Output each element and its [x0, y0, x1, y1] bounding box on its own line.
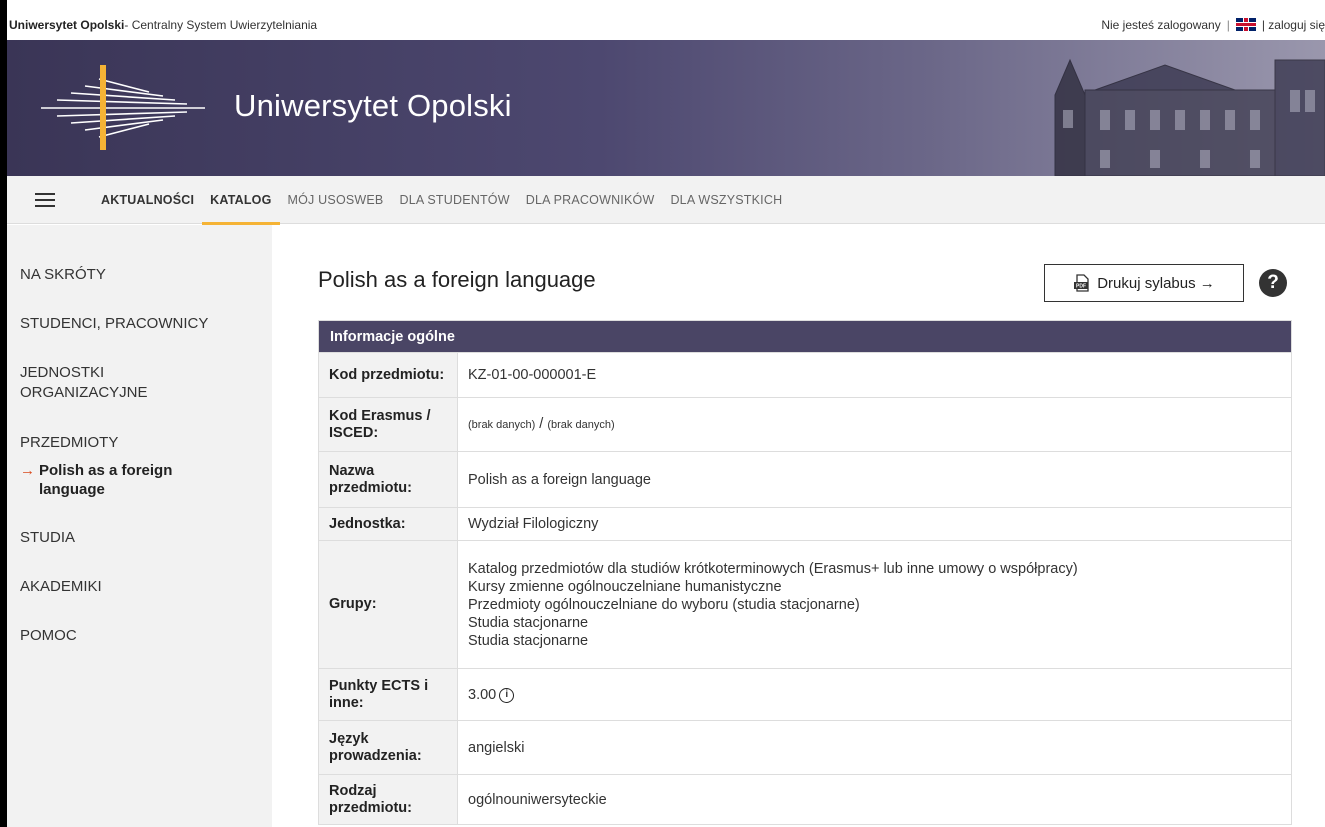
page-title: Polish as a foreign language — [318, 267, 596, 292]
row-value: ogólnouniwersyteckie — [457, 774, 1292, 825]
banner-title[interactable]: Uniwersytet Opolski — [234, 88, 512, 124]
nav-item-dla-studentow[interactable]: DLA STUDENTÓW — [391, 176, 517, 224]
nav-item-moj-usosweb[interactable]: MÓJ USOSWEB — [280, 176, 392, 224]
sidebar-subitem-label: Polish as a foreign language — [39, 462, 173, 498]
table-row: Nazwa przedmiotu: Polish as a foreign la… — [318, 451, 1292, 508]
top-bar: Uniwersytet Opolski - Centralny System U… — [7, 9, 1325, 40]
table-row: Kod przedmiotu: KZ-01-00-000001-E — [318, 352, 1292, 398]
table-row: Punkty ECTS i inne: 3.00 i — [318, 668, 1292, 721]
ects-value: 3.00 — [468, 686, 497, 703]
pdf-icon: PDF — [1074, 274, 1089, 292]
nav-item-aktualnosci[interactable]: AKTUALNOŚCI — [93, 176, 202, 224]
row-value: (brak danych) / (brak danych) — [457, 397, 1292, 452]
print-syllabus-button[interactable]: PDF Drukuj sylabus → — [1044, 264, 1244, 302]
menu-icon[interactable] — [35, 192, 55, 207]
separator: | — [1226, 17, 1230, 32]
group-link[interactable]: Studia stacjonarne — [468, 632, 1281, 650]
sidebar-item-pomoc[interactable]: POMOC — [20, 626, 77, 646]
table-row: Język prowadzenia: angielski — [318, 720, 1292, 775]
group-link[interactable]: Kursy zmienne ogólnouczelniane humanisty… — [468, 578, 1281, 596]
login-status: Nie jesteś zalogowany — [1101, 17, 1221, 32]
row-label: Punkty ECTS i inne: — [318, 668, 458, 721]
table-row: Jednostka: Wydział Filologiczny — [318, 507, 1292, 541]
sidebar-item-jednostki[interactable]: JEDNOSTKI ORGANIZACYJNE — [20, 363, 220, 403]
english-flag-icon[interactable] — [1235, 18, 1256, 31]
row-value: Katalog przedmiotów dla studiów krótkote… — [457, 540, 1292, 669]
university-logo-icon[interactable] — [37, 60, 217, 155]
info-table: Informacje ogólne Kod przedmiotu: KZ-01-… — [318, 320, 1292, 825]
row-label: Kod Erasmus / ISCED: — [318, 397, 458, 452]
row-value: Wydział Filologiczny — [457, 507, 1292, 541]
building-image — [1054, 58, 1325, 176]
svg-text:PDF: PDF — [1076, 284, 1086, 290]
university-name[interactable]: Uniwersytet Opolski — [9, 18, 124, 32]
print-button-label: Drukuj sylabus → — [1097, 274, 1215, 292]
row-label: Grupy: — [318, 540, 458, 669]
table-row: Kod Erasmus / ISCED: (brak danych) / (br… — [318, 397, 1292, 452]
row-label: Nazwa przedmiotu: — [318, 451, 458, 508]
erasmus-code: (brak danych) — [468, 419, 536, 431]
info-icon[interactable]: i — [499, 687, 515, 703]
sidebar-item-studia[interactable]: STUDIA — [20, 528, 75, 548]
header-banner: Uniwersytet Opolski — [7, 40, 1325, 176]
sidebar-item-akademiki[interactable]: AKADEMIKI — [20, 577, 102, 597]
group-link[interactable]: Przedmioty ogólnouczelniane do wyboru (s… — [468, 596, 1281, 614]
help-icon[interactable]: ? — [1259, 269, 1287, 297]
group-link[interactable]: Studia stacjonarne — [468, 614, 1281, 632]
nav-item-dla-wszystkich[interactable]: DLA WSZYSTKICH — [662, 176, 790, 224]
group-link[interactable]: Katalog przedmiotów dla studiów krótkote… — [468, 560, 1281, 578]
table-header: Informacje ogólne — [318, 320, 1292, 353]
row-label: Kod przedmiotu: — [318, 352, 458, 398]
arrow-right-icon: → — [20, 462, 35, 479]
nav-item-dla-pracownikow[interactable]: DLA PRACOWNIKÓW — [518, 176, 663, 224]
row-label: Język prowadzenia: — [318, 720, 458, 775]
code-separator: / — [535, 416, 548, 432]
sidebar-item-przedmioty[interactable]: PRZEDMIOTY — [20, 433, 118, 453]
nav-item-katalog[interactable]: KATALOG — [202, 176, 280, 225]
row-label: Jednostka: — [318, 507, 458, 541]
row-label: Rodzaj przedmiotu: — [318, 774, 458, 825]
sidebar: NA SKRÓTY STUDENCI, PRACOWNICY JEDNOSTKI… — [7, 225, 272, 827]
table-row: Grupy: Katalog przedmiotów dla studiów k… — [318, 540, 1292, 669]
table-row: Rodzaj przedmiotu: ogólnouniwersyteckie — [318, 774, 1292, 825]
row-value: 3.00 i — [457, 668, 1292, 721]
sidebar-item-studenci-pracownicy[interactable]: STUDENCI, PRACOWNICY — [20, 314, 208, 334]
main-content: Polish as a foreign language PDF Drukuj … — [272, 225, 1325, 827]
main-nav: AKTUALNOŚCI KATALOG MÓJ USOSWEB DLA STUD… — [7, 176, 1325, 225]
row-value: KZ-01-00-000001-E — [457, 352, 1292, 398]
login-link[interactable]: | zaloguj się — [1262, 18, 1325, 32]
sidebar-subitem-polish[interactable]: → Polish as a foreign language — [20, 461, 189, 499]
row-value: angielski — [457, 720, 1292, 775]
system-name: - Centralny System Uwierzytelniania — [124, 17, 318, 32]
row-value: Polish as a foreign language — [457, 451, 1292, 508]
isced-code: (brak danych) — [547, 419, 615, 431]
sidebar-item-na-skroty[interactable]: NA SKRÓTY — [20, 265, 106, 285]
